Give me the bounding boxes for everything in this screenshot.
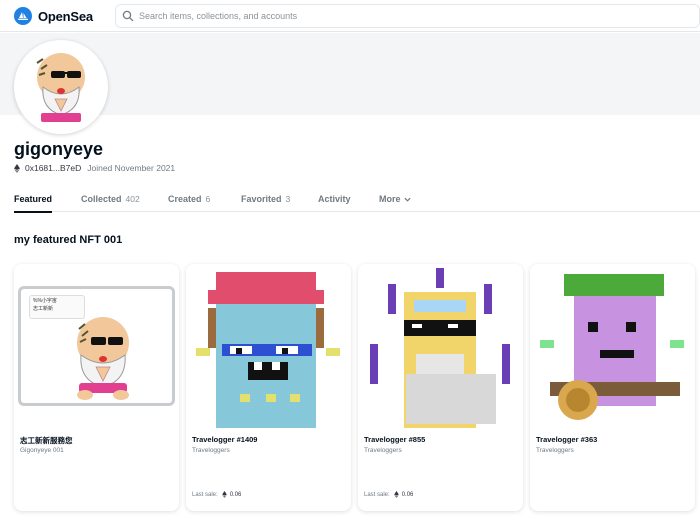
tab-label: Collected: [81, 194, 122, 204]
badge-line: %%小宇宙: [33, 298, 57, 304]
nft-card[interactable]: Travelogger #363 Traveloggers: [530, 264, 695, 511]
tab-activity[interactable]: Activity: [318, 186, 351, 212]
search-bar[interactable]: [115, 4, 700, 28]
last-sale-price: 0.06: [229, 491, 242, 498]
tab-label: Favorited: [241, 194, 282, 204]
nft-collection[interactable]: Traveloggers: [536, 447, 574, 454]
nft-title: Travelogger #855: [364, 435, 426, 444]
last-sale-label: Last sale:: [364, 491, 390, 498]
tab-label: Created: [168, 194, 202, 204]
character-illustration: [77, 317, 129, 400]
nft-card[interactable]: Travelogger #855 Traveloggers Last sale:…: [358, 264, 523, 511]
nft-frame: %%小宇宙 志工新新: [18, 286, 175, 406]
ethereum-icon: [221, 491, 227, 498]
profile-tabs: Featured Collected 402 Created 6 Favorit…: [14, 186, 700, 213]
last-sale-label: Last sale:: [192, 491, 218, 498]
profile-meta: 0x1681...B7eD Joined November 2021: [14, 163, 175, 173]
tab-created[interactable]: Created 6: [168, 186, 210, 212]
tab-label: Activity: [318, 194, 351, 204]
nft-title: 志工新新服務您: [20, 436, 73, 445]
nft-card[interactable]: %%小宇宙 志工新新 志工新新服務您 Gigonyeye 001: [14, 264, 179, 511]
brand-name: OpenSea: [38, 8, 93, 24]
last-sale-price: 0.06: [401, 491, 414, 498]
tab-count: 3: [285, 194, 291, 204]
tab-count: 402: [125, 194, 140, 204]
tab-label: More: [379, 194, 401, 204]
opensea-logo-icon: [14, 7, 32, 25]
nft-card[interactable]: Travelogger #1409 Traveloggers Last sale…: [186, 264, 351, 511]
search-input[interactable]: [139, 11, 679, 21]
ethereum-icon: [14, 163, 20, 173]
last-sale: Last sale: 0.06: [192, 491, 241, 498]
last-sale: Last sale: 0.06: [364, 491, 413, 498]
nft-collection[interactable]: Traveloggers: [364, 447, 402, 454]
nft-image: [186, 264, 351, 430]
joined-date: Joined November 2021: [87, 163, 176, 173]
tab-count: 6: [205, 194, 211, 204]
nft-image: %%小宇宙 志工新新: [14, 264, 179, 430]
nft-title: Travelogger #1409: [192, 435, 258, 444]
top-navigation-bar: OpenSea: [0, 0, 700, 32]
tab-collected[interactable]: Collected 402: [81, 186, 140, 212]
nft-collection[interactable]: Traveloggers: [192, 447, 230, 454]
opensea-logo[interactable]: OpenSea: [14, 7, 93, 25]
nft-image: [530, 264, 695, 430]
tab-featured[interactable]: Featured: [14, 186, 53, 213]
tab-more[interactable]: More: [379, 186, 411, 212]
tab-favorited[interactable]: Favorited 3: [241, 186, 290, 212]
search-icon: [122, 10, 134, 22]
wallet-address[interactable]: 0x1681...B7eD: [25, 163, 81, 173]
chevron-down-icon: [403, 197, 411, 202]
nft-image: [358, 264, 523, 430]
tab-label: Featured: [14, 194, 53, 204]
featured-section-title: my featured NFT 001: [14, 234, 123, 246]
profile-avatar[interactable]: [14, 40, 108, 134]
nft-title: Travelogger #363: [536, 435, 598, 444]
avatar-character-image: [36, 53, 85, 122]
nft-collection[interactable]: Gigonyeye 001: [20, 447, 64, 454]
ethereum-icon: [393, 491, 399, 498]
profile-username: gigonyeye: [14, 139, 104, 159]
